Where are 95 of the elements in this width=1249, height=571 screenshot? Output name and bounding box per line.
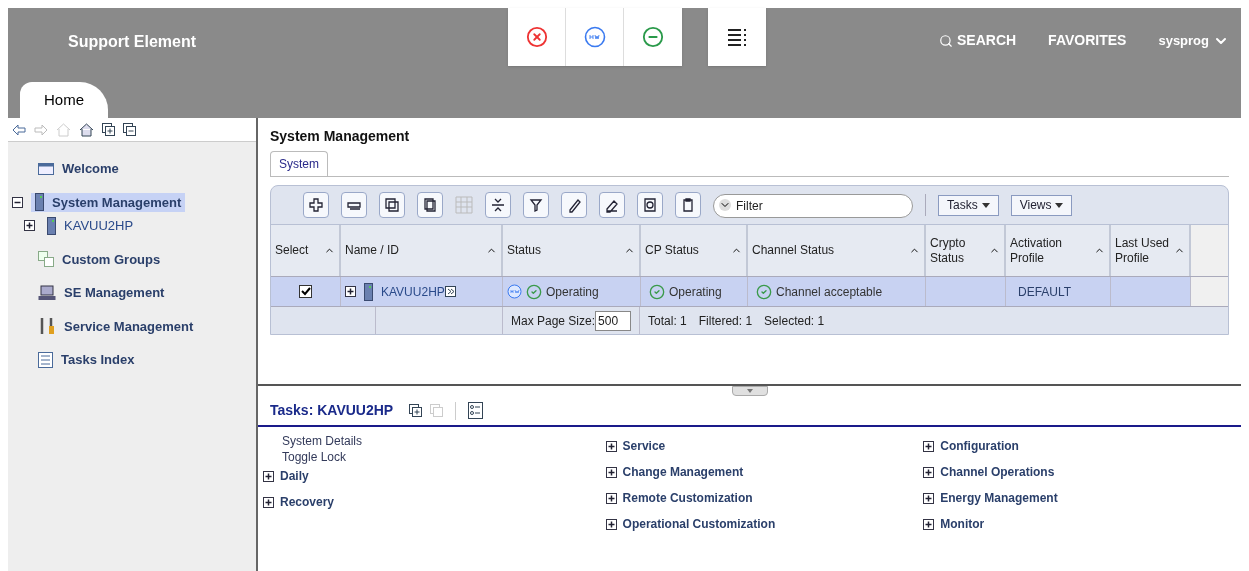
check-circle-icon: [649, 283, 665, 300]
task-group-link[interactable]: Service: [622, 437, 666, 455]
task-group-link[interactable]: Operational Customization: [622, 515, 776, 533]
eraser-icon[interactable]: [599, 192, 625, 218]
minimize-icon[interactable]: [341, 192, 367, 218]
check-circle-icon: [526, 283, 542, 300]
task-group-link[interactable]: Monitor: [940, 515, 985, 533]
table-row[interactable]: KAVUU2HP Operating Operating Channel acceptable DEFAULT: [271, 276, 1228, 306]
section-title: System Management: [270, 127, 411, 146]
add-icon[interactable]: [303, 192, 329, 218]
pen-icon[interactable]: [561, 192, 587, 218]
copy-icon[interactable]: [379, 192, 405, 218]
column-header[interactable]: Select: [275, 243, 309, 258]
collapse-all-icon[interactable]: [123, 123, 136, 136]
nav-item[interactable]: Service Management: [34, 316, 198, 336]
home-icon[interactable]: [79, 122, 94, 137]
column-header[interactable]: Crypto Status: [930, 235, 989, 266]
back-arrow-icon[interactable]: [12, 123, 26, 136]
pages-icon[interactable]: [417, 192, 443, 218]
expand-icon[interactable]: [605, 518, 617, 530]
expand-icon[interactable]: [263, 470, 274, 482]
splitter-handle[interactable]: [731, 386, 768, 396]
expand-icon[interactable]: [923, 518, 935, 530]
table-cell-text: DEFAULT: [1018, 283, 1072, 301]
nav-item[interactable]: System Management: [31, 192, 186, 212]
page-size-field[interactable]: 500: [595, 310, 632, 331]
task-group-link[interactable]: Daily: [280, 467, 309, 485]
task-group-link[interactable]: Change Management: [622, 463, 744, 481]
dropdown-button[interactable]: Tasks: [938, 194, 999, 216]
open-menu-icon[interactable]: [444, 286, 456, 297]
column-header[interactable]: Activation Profile: [1010, 235, 1094, 266]
expand-all-icon[interactable]: [409, 404, 423, 417]
check-circle-icon: [756, 283, 772, 300]
expand-icon[interactable]: [923, 466, 935, 478]
column-header[interactable]: CP Status: [645, 243, 699, 258]
column-header[interactable]: Last Used Profile: [1115, 235, 1174, 266]
search-icon: [939, 33, 953, 48]
checklist-icon[interactable]: [468, 402, 484, 419]
nav-item[interactable]: Tasks Index: [34, 350, 139, 370]
list-menu-icon[interactable]: [708, 8, 766, 66]
expand-icon[interactable]: [605, 440, 617, 452]
checkbox[interactable]: [299, 285, 312, 298]
filter-field[interactable]: Filter: [713, 194, 913, 218]
groups-icon: [38, 251, 54, 268]
tab[interactable]: Home: [20, 82, 108, 118]
task-link[interactable]: System Details: [282, 433, 606, 449]
caret-icon: [1055, 202, 1064, 208]
selected-count: Selected: 1: [764, 312, 825, 330]
table-cell-text: Channel acceptable: [776, 283, 883, 301]
filter-icon[interactable]: [523, 192, 549, 218]
expand-icon[interactable]: [923, 492, 935, 504]
arrows-icon[interactable]: [485, 192, 511, 218]
task-group-link[interactable]: Recovery: [280, 493, 335, 511]
table-cell-text: Operating: [546, 283, 599, 301]
expand-icon[interactable]: [12, 196, 23, 208]
caret-icon: [981, 202, 990, 208]
filtered-count: Filtered: 1: [698, 312, 753, 330]
task-group-link[interactable]: Energy Management: [940, 489, 1058, 507]
hw-icon: [507, 284, 522, 299]
table-cell[interactable]: KAVUU2HP: [381, 282, 445, 301]
laptop-icon: [38, 284, 56, 301]
server-icon: [35, 193, 44, 212]
task-link[interactable]: Toggle Lock: [282, 449, 606, 465]
expand-icon[interactable]: [24, 220, 35, 232]
clipboard-icon[interactable]: [675, 192, 701, 218]
column-header[interactable]: Name / ID: [345, 243, 399, 258]
nav-item[interactable]: SE Management: [34, 283, 169, 303]
expand-icon[interactable]: [263, 496, 274, 508]
nav-item[interactable]: Custom Groups: [34, 249, 165, 269]
table-cell-text: Operating: [669, 283, 722, 301]
tools-icon: [38, 317, 56, 336]
app-title: Support Element: [68, 32, 197, 52]
expand-icon[interactable]: [923, 440, 935, 452]
dropdown-button[interactable]: Views: [1010, 194, 1073, 216]
expand-icon[interactable]: [345, 286, 356, 297]
tab[interactable]: System: [270, 151, 328, 176]
tasks-title: Tasks: KAVUU2HP: [270, 401, 394, 420]
task-group-link[interactable]: Remote Customization: [622, 489, 753, 507]
nav-item[interactable]: Welcome: [34, 159, 123, 179]
total-count: Total: 1: [648, 312, 687, 330]
expand-icon[interactable]: [605, 492, 617, 504]
task-group-link[interactable]: Channel Operations: [940, 463, 1055, 481]
window-icon: [38, 162, 54, 175]
expand-icon[interactable]: [605, 466, 617, 478]
column-header[interactable]: Status: [507, 243, 542, 258]
nav-item[interactable]: KAVUU2HP: [43, 216, 138, 236]
list-icon: [38, 351, 53, 368]
task-group-link[interactable]: Configuration: [940, 437, 1019, 455]
server-icon: [364, 282, 373, 301]
collapse-all-icon: [430, 404, 444, 417]
page-size-label: Max Page Size:: [511, 312, 596, 330]
server-icon: [47, 216, 56, 235]
row-filler: [1191, 277, 1228, 306]
column-header[interactable]: Channel Status: [752, 243, 835, 258]
expand-all-icon[interactable]: [102, 123, 115, 136]
